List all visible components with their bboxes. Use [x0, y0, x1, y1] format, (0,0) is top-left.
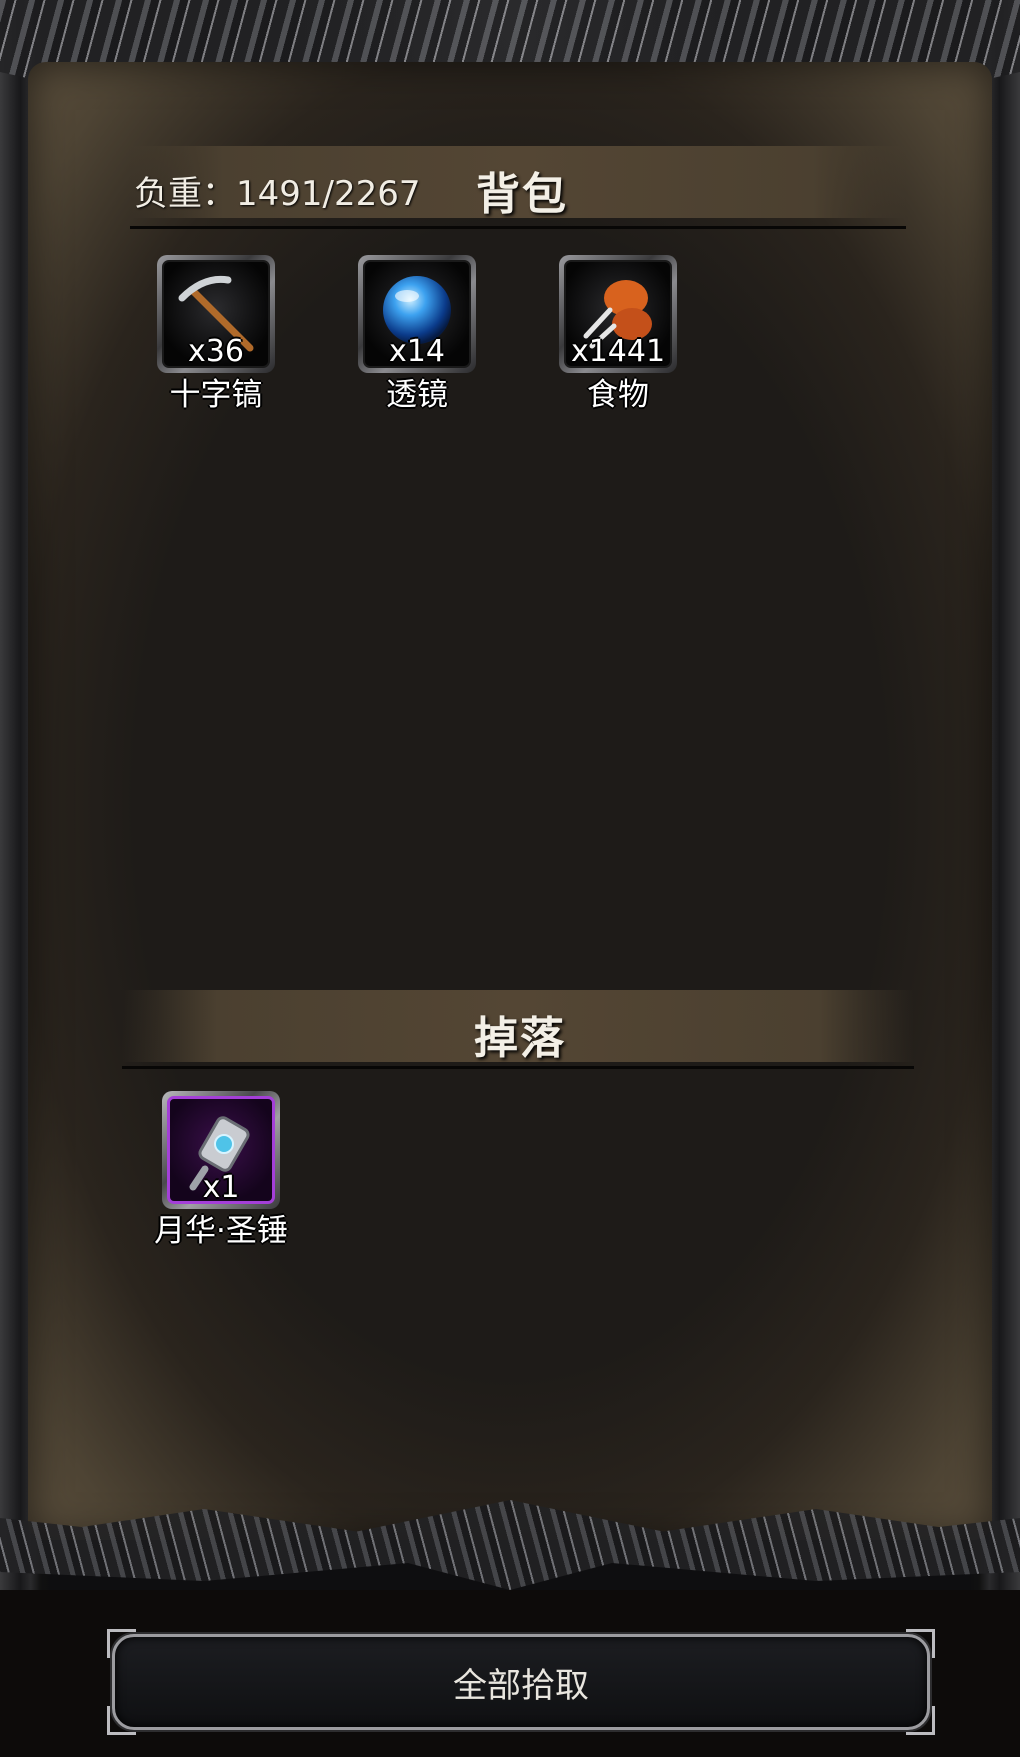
- button-corner-ornament: [906, 1706, 935, 1735]
- button-corner-ornament: [107, 1629, 136, 1658]
- inventory-slot-pickaxe[interactable]: x36 十字镐: [151, 255, 281, 414]
- item-count: x1: [202, 1170, 240, 1205]
- button-corner-ornament: [107, 1706, 136, 1735]
- item-name: 十字镐: [169, 377, 263, 413]
- item-frame: x1: [162, 1091, 280, 1209]
- backpack-header-divider: [130, 226, 906, 229]
- item-name: 月华·圣锤: [154, 1213, 288, 1249]
- inventory-slot-food[interactable]: x1441 食物: [553, 255, 683, 414]
- item-name: 食物: [587, 377, 649, 413]
- item-frame: x36: [157, 255, 275, 373]
- pickup-all-label: 全部拾取: [453, 1665, 589, 1706]
- item-count: x36: [188, 334, 244, 369]
- drops-header-divider: [122, 1066, 914, 1069]
- drops-title: 掉落: [474, 1013, 566, 1064]
- item-count: x14: [389, 334, 445, 369]
- item-name: 透镜: [386, 377, 448, 413]
- inventory-slot-lens[interactable]: x14 透镜: [352, 255, 482, 414]
- pickup-all-button[interactable]: 全部拾取: [107, 1629, 935, 1735]
- item-frame: x1441: [559, 255, 677, 373]
- backpack-title: 背包: [476, 169, 568, 220]
- item-count: x1441: [570, 334, 666, 369]
- drop-slot-hammer[interactable]: x1 月华·圣锤: [151, 1091, 291, 1250]
- item-frame: x14: [358, 255, 476, 373]
- weight-label: 负重：1491/2267: [134, 174, 421, 214]
- button-corner-ornament: [906, 1629, 935, 1658]
